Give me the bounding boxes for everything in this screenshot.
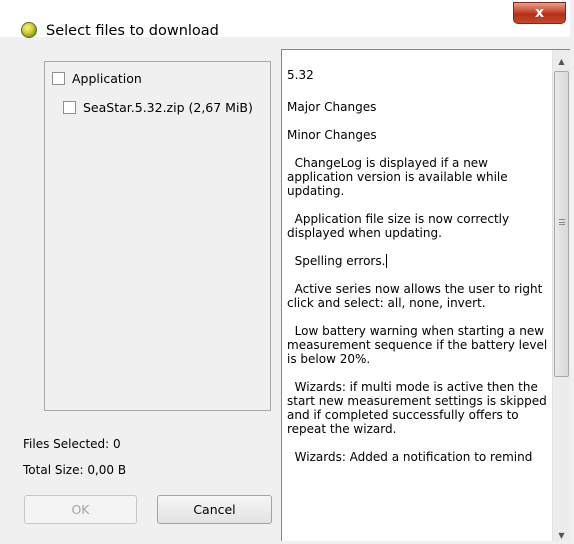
changelog-entry-text: Active series now allows the user to rig… (287, 282, 543, 310)
changelog-entry-text: Spelling errors. (294, 254, 386, 268)
changelog-entry: Application file size is now correctly d… (287, 212, 555, 240)
grip-icon (559, 219, 565, 225)
changelog-entry-text: Wizards: Added a notification to remind (294, 450, 533, 464)
tree-item-application[interactable]: Application (52, 71, 142, 86)
cancel-button[interactable]: Cancel (157, 495, 272, 524)
tree-item-label: SeaStar.5.32.zip (2,67 MiB) (83, 100, 253, 115)
changelog-entry-text: Wizards: if multi mode is active then th… (287, 380, 547, 436)
changelog-major-heading: Major Changes (287, 100, 377, 114)
ok-button[interactable]: OK (24, 495, 137, 524)
text-caret (386, 254, 388, 268)
scrollbar-thumb[interactable] (554, 71, 569, 377)
close-button[interactable]: x (513, 2, 566, 24)
changelog-textbox[interactable]: 5.32 Major Changes Minor Changes ChangeL… (281, 49, 574, 541)
files-selected-text: Files Selected: 0 (23, 437, 121, 451)
zip-file-checkbox[interactable] (63, 101, 76, 114)
changelog-entry: Wizards: if multi mode is active then th… (287, 380, 555, 436)
changelog-content: 5.32 Major Changes Minor Changes ChangeL… (287, 68, 555, 478)
changelog-entry: Wizards: Added a notification to remind (287, 450, 555, 464)
changelog-minor-heading: Minor Changes (287, 128, 377, 142)
tree-item-label: Application (72, 71, 142, 86)
app-orb-icon (21, 22, 37, 38)
scroll-down-arrow-icon[interactable]: ▼ (553, 527, 570, 544)
changelog-scrollbar[interactable]: ▲ ▼ (552, 50, 570, 541)
scroll-up-arrow-icon[interactable]: ▲ (553, 53, 570, 70)
changelog-entry: ChangeLog is displayed if a new applicat… (287, 156, 555, 198)
file-tree[interactable]: Application SeaStar.5.32.zip (2,67 MiB) (44, 61, 271, 411)
changelog-entry: Spelling errors. (287, 254, 555, 268)
title-bar: Select files to download x (0, 0, 574, 39)
changelog-entry-text: Application file size is now correctly d… (287, 212, 510, 240)
window-title: Select files to download (46, 23, 219, 39)
changelog-entry: Active series now allows the user to rig… (287, 282, 555, 310)
changelog-entry-text: Low battery warning when starting a new … (287, 324, 548, 366)
changelog-entry: Low battery warning when starting a new … (287, 324, 555, 366)
download-dialog: Select files to download x Application S… (0, 0, 574, 541)
window-edge (570, 0, 574, 541)
application-checkbox[interactable] (52, 72, 65, 85)
changelog-entry-text: ChangeLog is displayed if a new applicat… (287, 156, 508, 198)
tree-item-zip-file[interactable]: SeaStar.5.32.zip (2,67 MiB) (63, 100, 253, 115)
total-size-text: Total Size: 0,00 B (23, 463, 127, 477)
changelog-version: 5.32 (287, 68, 314, 82)
